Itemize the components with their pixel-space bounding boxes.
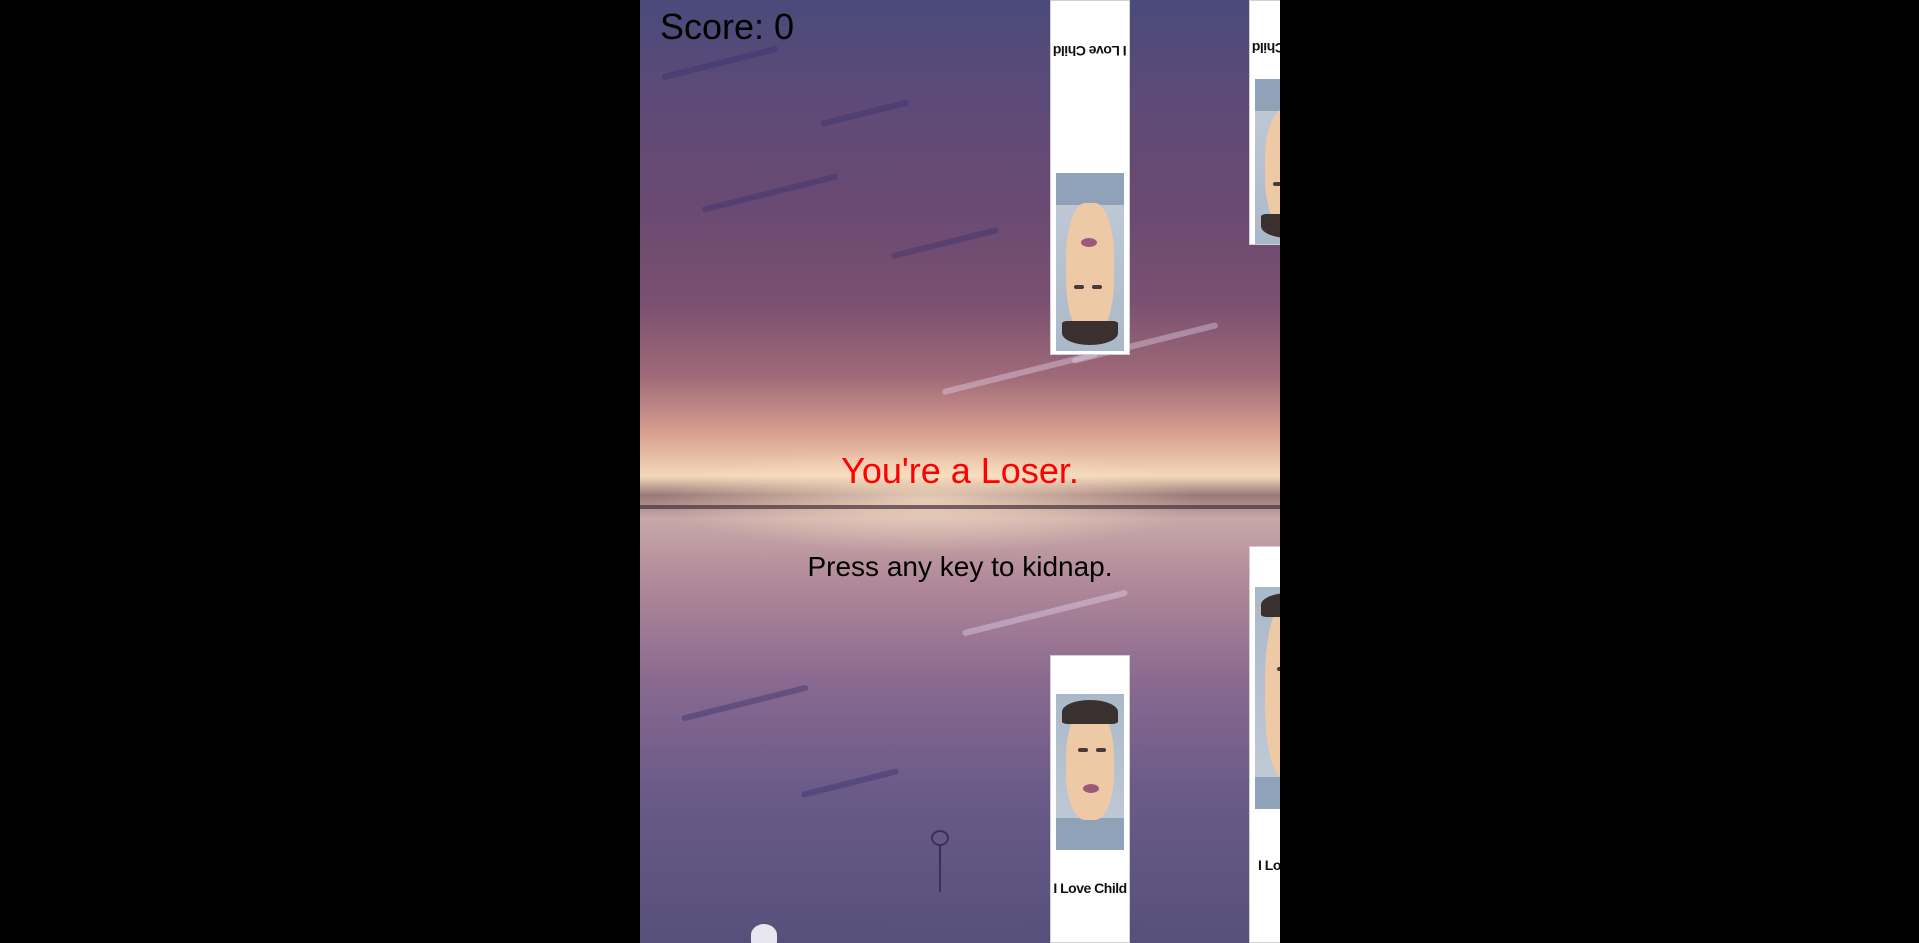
face-eye <box>1092 285 1102 289</box>
pipe-face-image <box>1056 694 1124 850</box>
face-hair <box>1062 321 1118 345</box>
cloud-streak <box>961 589 1129 637</box>
pipe-top-2-content: I Love Child <box>1250 1 1280 244</box>
face-shirt <box>1255 777 1280 809</box>
pipe-bottom-2-content: I Love Child <box>1250 547 1280 942</box>
pipe-bottom-1-content: I Love Child <box>1051 656 1129 942</box>
water-streak <box>800 767 900 799</box>
face-hair <box>1261 593 1280 617</box>
pipe-top-1-content: I Love Child <box>1051 1 1129 354</box>
water-streak <box>681 684 809 722</box>
sky-streak <box>661 45 779 81</box>
face-hair <box>1062 700 1118 724</box>
face-head <box>1066 203 1114 339</box>
pipe-bottom-2: I Love Child <box>1249 546 1280 943</box>
face-shirt <box>1056 818 1124 850</box>
pipe-label: I Love Child <box>1053 43 1127 59</box>
score-display: Score: 0 <box>660 6 795 47</box>
sky-streak <box>701 173 839 213</box>
face-shirt <box>1056 173 1124 205</box>
face-eye <box>1096 748 1106 752</box>
pipe-face-image <box>1255 79 1280 244</box>
pipe-top-2: I Love Child <box>1249 0 1280 245</box>
pipe-face-image <box>1255 587 1280 809</box>
face-mouth <box>1083 784 1099 793</box>
face-mouth <box>1081 238 1097 247</box>
game-canvas[interactable]: I Love Child I Love Child hild I Lo Scor… <box>640 0 1280 943</box>
face-shirt <box>1255 79 1280 111</box>
face-eye <box>1078 748 1088 752</box>
restart-hint: Press any key to kidnap. <box>807 551 1113 582</box>
pipe-label: I Love Child <box>1053 880 1127 896</box>
face-hair <box>1261 214 1280 238</box>
pipe-bottom-1: I Love Child <box>1050 655 1130 943</box>
flower-decoration <box>925 830 955 896</box>
game-over-title: You're a Loser. <box>841 450 1079 491</box>
pipe-label: I Love Child <box>1258 857 1280 873</box>
pipe-face-image <box>1056 173 1124 351</box>
face-head <box>1265 599 1280 779</box>
flower-stem <box>939 844 941 892</box>
pipe-label: I Love Child <box>1252 40 1280 56</box>
face-eye <box>1273 182 1280 186</box>
face-eye <box>1074 285 1084 289</box>
face-eye <box>1277 667 1280 671</box>
sky-streak <box>820 99 910 127</box>
horizon-line <box>640 505 1280 509</box>
sky-streak <box>890 226 1000 260</box>
pipe-top-1: I Love Child <box>1050 0 1130 355</box>
player-sprite <box>751 924 777 943</box>
